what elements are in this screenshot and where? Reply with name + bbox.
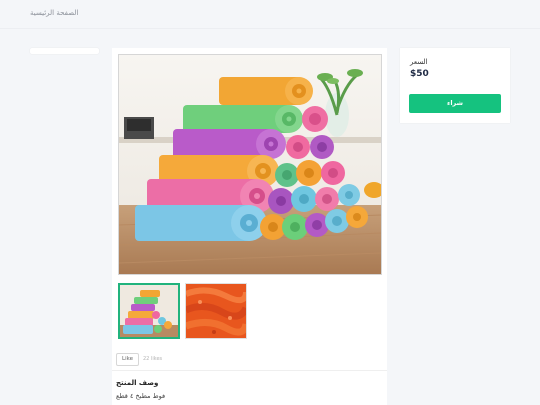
divider	[112, 370, 387, 371]
price-card: السعر $50 شراء	[400, 48, 510, 123]
breadcrumb-home[interactable]: الصفحة الرئيسية	[30, 9, 78, 17]
sidebar-placeholder	[30, 48, 99, 54]
description-title: وصف المنتج	[116, 379, 159, 387]
like-button[interactable]: Like	[116, 353, 139, 366]
top-bar: الصفحة الرئيسية	[0, 0, 540, 29]
product-card: Like 22 likes وصف المنتج فوط مطبخ ٤ قطع	[112, 48, 387, 405]
price-value: $50	[410, 69, 429, 79]
thumbnail-towel-stack[interactable]	[118, 283, 180, 339]
thumbnail-orange-towel[interactable]	[185, 283, 247, 339]
price-label: السعر	[410, 58, 428, 66]
product-main-image	[118, 54, 382, 275]
description-text: فوط مطبخ ٤ قطع	[116, 392, 166, 400]
buy-button[interactable]: شراء	[409, 94, 501, 113]
likes-count: 22 likes	[143, 356, 163, 362]
